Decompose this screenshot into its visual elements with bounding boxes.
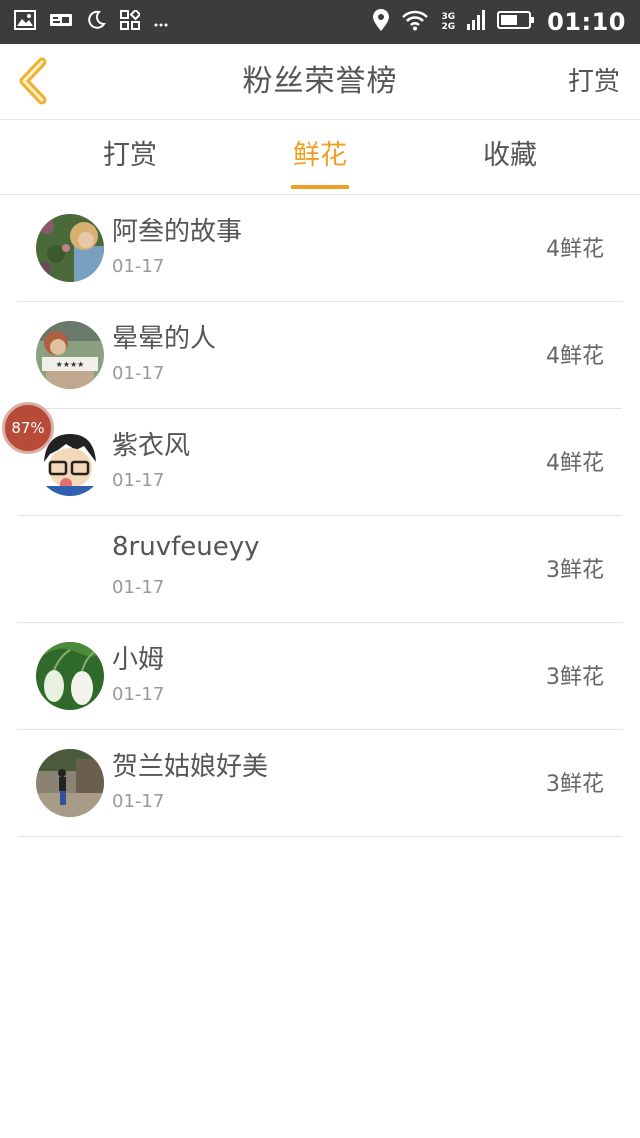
status-bar-left (14, 8, 168, 34)
fan-name: 8ruvfeueyy (112, 532, 260, 562)
flower-count: 4鲜花 (546, 237, 604, 262)
fan-date: 01-17 (112, 470, 165, 491)
moon-icon (86, 10, 106, 34)
status-bar-right: 3G 2G 01:10 (373, 6, 626, 38)
fan-name: 晕晕的人 (112, 324, 217, 354)
svg-text:★★★★: ★★★★ (56, 360, 85, 369)
image-icon (14, 10, 36, 34)
list-item[interactable]: 贺兰姑娘好美 01-17 3鲜花 (18, 730, 622, 837)
fan-name: 阿叁的故事 (112, 217, 243, 247)
tab-flowers[interactable]: 鲜花 (260, 121, 380, 195)
fan-date: 01-17 (112, 791, 165, 812)
fan-date: 01-17 (112, 684, 165, 705)
flower-count: 3鲜花 (546, 665, 604, 690)
list-item[interactable]: 紫衣风 01-17 4鲜花 (18, 409, 622, 516)
network-type-bottom: 2G (441, 22, 456, 32)
location-icon (373, 9, 390, 35)
tab-reward[interactable]: 打赏 (70, 121, 190, 195)
apps-icon (120, 8, 142, 34)
network-type-top: 3G (441, 12, 456, 22)
avatar (36, 749, 104, 817)
fan-name: 紫衣风 (112, 431, 191, 461)
flower-count: 3鲜花 (546, 772, 604, 797)
avatar (36, 214, 104, 282)
list-item[interactable]: 8ruvfeueyy 01-17 3鲜花 (18, 516, 622, 623)
signal-icon (467, 10, 486, 34)
flower-count: 4鲜花 (546, 451, 604, 476)
page-title: 粉丝荣誉榜 (242, 64, 398, 99)
status-bar: 3G 2G 01:10 (0, 0, 640, 44)
list-item[interactable]: 阿叁的故事 01-17 4鲜花 (18, 195, 622, 302)
more-icon (154, 13, 168, 32)
fan-date: 01-17 (112, 256, 165, 277)
list-item[interactable]: 小姆 01-17 3鲜花 (18, 623, 622, 730)
tab-active-indicator (291, 185, 349, 189)
fan-list: 阿叁的故事 01-17 4鲜花 ★★★★ 晕晕的人 01-17 4鲜花 紫衣风 … (18, 195, 622, 837)
reward-button[interactable]: 打赏 (568, 44, 620, 120)
status-time: 01:10 (547, 8, 626, 36)
network-type: 3G 2G (441, 12, 455, 32)
fan-date: 01-17 (112, 363, 165, 384)
fan-name: 贺兰姑娘好美 (112, 752, 269, 782)
list-item[interactable]: ★★★★ 晕晕的人 01-17 4鲜花 (18, 302, 622, 409)
tab-label: 收藏 (483, 140, 537, 171)
floating-percent-badge[interactable]: 87% (2, 402, 54, 454)
fan-name: 小姆 (112, 645, 165, 675)
fan-date: 01-17 (112, 577, 165, 598)
app-header: 粉丝荣誉榜 打赏 (0, 44, 640, 120)
avatar: ★★★★ (36, 321, 104, 389)
tab-label: 打赏 (103, 140, 157, 171)
tab-bar: 打赏 鲜花 收藏 (0, 121, 640, 195)
avatar (36, 642, 104, 710)
flower-count: 4鲜花 (546, 344, 604, 369)
tab-favorites[interactable]: 收藏 (450, 121, 570, 195)
battery-icon (497, 10, 535, 34)
wifi-icon (401, 9, 429, 35)
flower-count: 3鲜花 (546, 558, 604, 583)
tab-label: 鲜花 (293, 140, 347, 171)
notification-icon (50, 12, 72, 32)
